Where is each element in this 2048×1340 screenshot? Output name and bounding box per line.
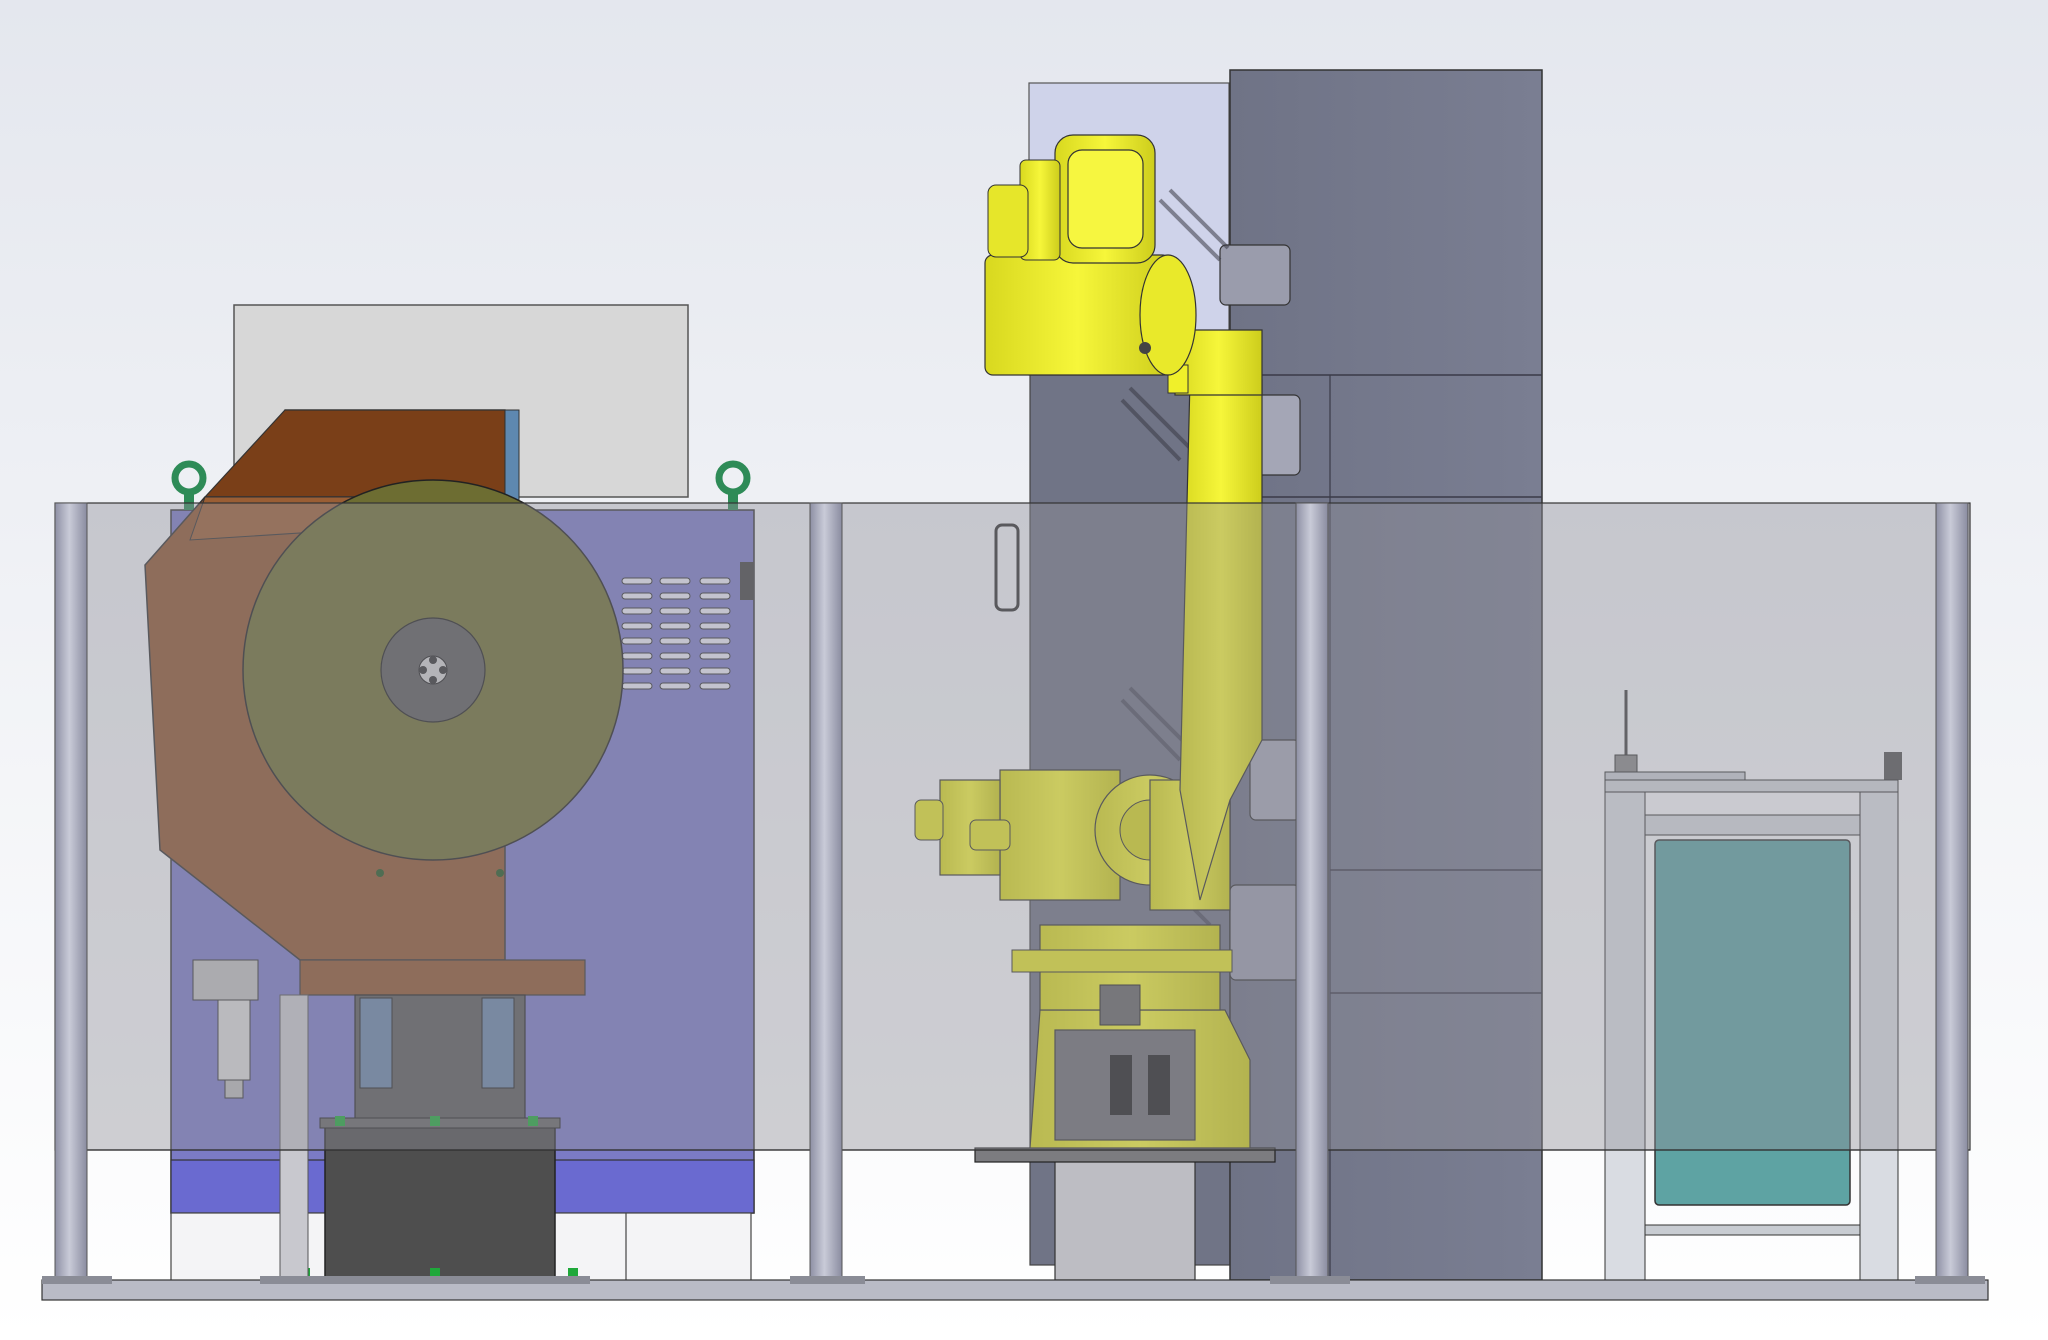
cad-scene (0, 0, 2048, 1340)
cad-viewport[interactable] (0, 0, 2048, 1340)
